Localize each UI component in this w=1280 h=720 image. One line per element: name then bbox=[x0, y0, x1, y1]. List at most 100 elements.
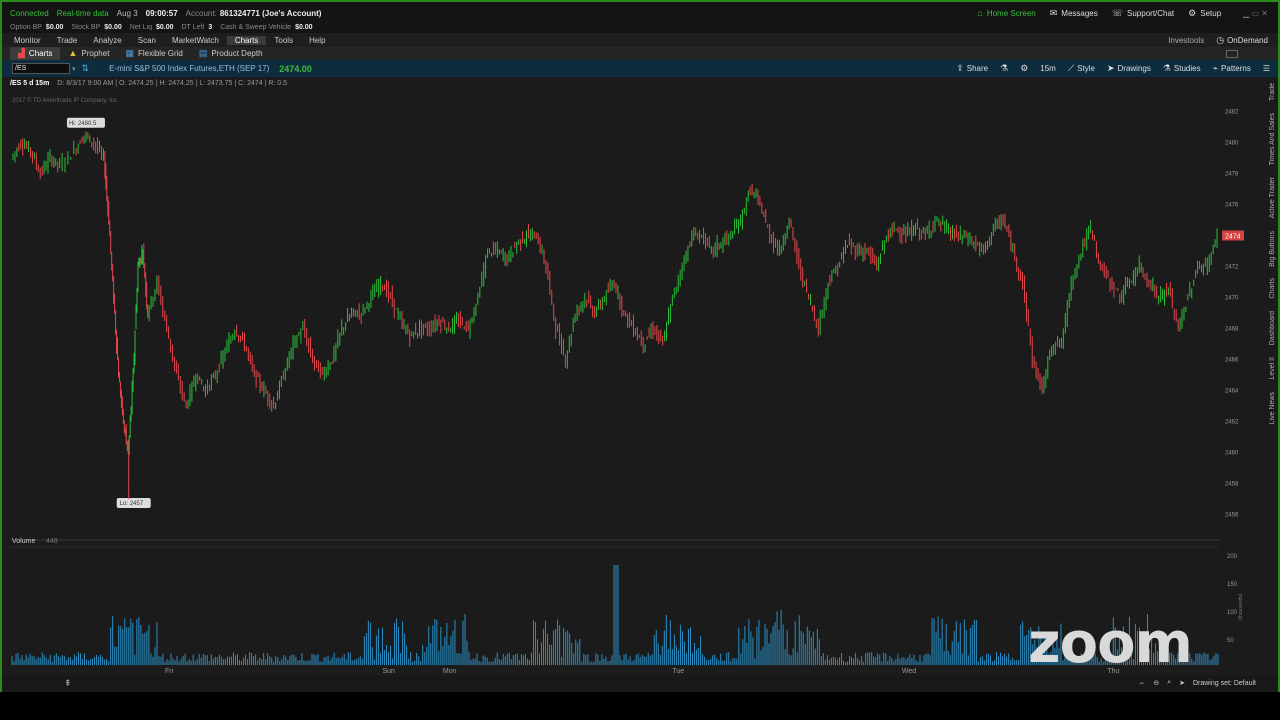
zoom-out-icon[interactable]: ⊖ bbox=[1153, 679, 1159, 687]
style-button[interactable]: ⟋ Style bbox=[1067, 63, 1095, 74]
menu-item-monitor[interactable]: Monitor bbox=[6, 36, 49, 45]
gear-icon: ⚙ bbox=[1188, 7, 1197, 18]
home-icon: ⌂ bbox=[977, 7, 983, 18]
ondemand-button[interactable]: ◷ OnDemand bbox=[1216, 35, 1278, 45]
menu-item-tools[interactable]: Tools bbox=[266, 36, 301, 45]
menu-item-charts[interactable]: Charts bbox=[226, 35, 267, 45]
high-label: Hi: 2480.5 bbox=[69, 121, 97, 127]
volume-tick-label: 50 bbox=[1227, 638, 1234, 644]
tab-product-depth[interactable]: ▤ Product Depth bbox=[191, 49, 271, 59]
menu-icon[interactable]: ☰ bbox=[1263, 64, 1270, 73]
chart-subtabs: ▟ Charts ▲ Prophet ▦ Flexible Grid ▤ Product… bbox=[2, 47, 1278, 60]
flask-button[interactable]: ⚗ bbox=[1000, 64, 1008, 73]
share-button[interactable]: ⇪ Share bbox=[956, 63, 988, 74]
price-chart[interactable]: 2017 © TD Ameritrade IP Company, Inc. 24… bbox=[2, 90, 1264, 678]
price-tick-label: 2476 bbox=[1225, 203, 1239, 209]
menu-item-analyze[interactable]: Analyze bbox=[85, 36, 129, 45]
side-tab-live-news[interactable]: Live News bbox=[1269, 389, 1276, 427]
patterns-button[interactable]: ⌁ Patterns bbox=[1212, 63, 1251, 74]
setup-button[interactable]: ⚙ Setup bbox=[1188, 7, 1221, 18]
drawing-set-selector[interactable]: Drawing set: Default bbox=[1193, 680, 1256, 687]
price-tick-label: 2464 bbox=[1225, 389, 1239, 395]
chart-title: /ES 5 d 15m bbox=[10, 80, 50, 87]
grid-icon: ▦ bbox=[125, 48, 134, 58]
low-label: Lo: 2457 bbox=[120, 501, 144, 507]
side-tab-charts[interactable]: Charts bbox=[1269, 275, 1276, 302]
balance-label: Option BP bbox=[10, 24, 42, 31]
price-tick-label: 2470 bbox=[1225, 296, 1239, 302]
menu-item-marketwatch[interactable]: MarketWatch bbox=[164, 36, 227, 45]
menu-item-help[interactable]: Help bbox=[301, 36, 333, 45]
symbol-dropdown-icon[interactable]: ▾ bbox=[72, 65, 76, 73]
price-tick-label: 2462 bbox=[1225, 420, 1239, 426]
interval-selector[interactable]: 15m bbox=[1040, 64, 1056, 73]
style-icon: ⟋ bbox=[1067, 63, 1075, 73]
cursor-icon[interactable]: ➤ bbox=[1179, 679, 1185, 687]
connection-status: Connected bbox=[10, 8, 49, 18]
volume-tick-label: 100 bbox=[1227, 610, 1238, 616]
balance-label: Net Liq bbox=[129, 24, 152, 31]
letterbox-bottom bbox=[0, 692, 1280, 720]
side-tabs: Trade Times And Sales Active Trader Big But… bbox=[1266, 80, 1278, 470]
scroll-icon[interactable]: ⇔ bbox=[1138, 680, 1145, 687]
side-tab-level-ii[interactable]: Level II bbox=[1269, 354, 1276, 383]
balance-label: Cash & Sweep Vehicle bbox=[220, 24, 292, 31]
menu-item-trade[interactable]: Trade bbox=[49, 36, 86, 45]
support-chat-button[interactable]: ☏ Support/Chat bbox=[1111, 7, 1174, 18]
status-bar: Connected Real-time data Aug 3 09:00:57 … bbox=[2, 2, 1278, 24]
gear-icon: ⚙ bbox=[1020, 63, 1029, 73]
cursor-icon: ➤ bbox=[1106, 63, 1115, 73]
price-tick-label: 2480 bbox=[1225, 141, 1239, 147]
balance-value: $0.00 bbox=[295, 24, 313, 31]
patterns-icon: ⌁ bbox=[1212, 63, 1219, 73]
account-label: Account: bbox=[185, 8, 217, 18]
account-selector[interactable]: 861324771 (Joe's Account) bbox=[220, 9, 322, 18]
main-menu: Monitor Trade Analyze Scan MarketWatch Charts… bbox=[2, 33, 1278, 47]
chart-icon: ▟ bbox=[18, 48, 25, 58]
tab-flexible-grid[interactable]: ▦ Flexible Grid bbox=[117, 48, 190, 59]
magnifier-icon[interactable]: ⌕ bbox=[1167, 679, 1171, 687]
chat-icon: ☏ bbox=[1111, 7, 1124, 18]
messages-button[interactable]: ✉ Messages bbox=[1050, 8, 1098, 18]
volume-tick-label: 150 bbox=[1227, 582, 1238, 588]
side-tab-active-trader[interactable]: Active Trader bbox=[1269, 174, 1276, 221]
link-icon[interactable]: ⇅ bbox=[82, 63, 90, 74]
price-tick-label: 2466 bbox=[1225, 358, 1239, 364]
symbol-input[interactable]: /ES bbox=[12, 63, 70, 74]
symbol-bar: /ES ▾ ⇅ E-mini S&P 500 Index Futures,ETH… bbox=[2, 60, 1278, 77]
tab-charts[interactable]: ▟ Charts bbox=[10, 47, 61, 60]
balance-value: $0.00 bbox=[45, 24, 64, 31]
window-controls[interactable]: ▁ ▭ ✕ bbox=[1243, 9, 1268, 18]
share-icon: ⇪ bbox=[956, 63, 964, 73]
drawings-button[interactable]: ➤ Drawings bbox=[1106, 63, 1151, 74]
side-tab-big-buttons[interactable]: Big Buttons bbox=[1269, 228, 1276, 270]
time-tick-label: Wed bbox=[902, 668, 916, 675]
investools-link[interactable]: Investools bbox=[1168, 36, 1216, 45]
balance-value: $0.00 bbox=[104, 24, 122, 31]
copyright: 2017 © TD Ameritrade IP Company, Inc. bbox=[12, 97, 119, 104]
time-tick-label: Fri bbox=[165, 668, 174, 675]
price-tick-label: 2468 bbox=[1225, 327, 1239, 333]
side-tab-trade[interactable]: Trade bbox=[1269, 80, 1276, 104]
studies-button[interactable]: ⚗ Studies bbox=[1162, 63, 1201, 74]
expand-icon[interactable]: ⇞ bbox=[64, 678, 72, 689]
side-tab-dashboard[interactable]: Dashboard bbox=[1269, 308, 1276, 348]
detach-window-icon[interactable] bbox=[1226, 49, 1238, 58]
side-tab-times-and-sales[interactable]: Times And Sales bbox=[1269, 110, 1276, 168]
volume-label: Volume bbox=[12, 538, 35, 545]
price-tick-label: 2456 bbox=[1225, 513, 1239, 519]
settings-button[interactable]: ⚙ bbox=[1020, 64, 1028, 73]
time-tick-label: Tue bbox=[672, 668, 684, 675]
flask-icon: ⚗ bbox=[1162, 63, 1171, 73]
time-tick-label: Sun bbox=[382, 668, 395, 675]
date-label: Aug 3 bbox=[116, 8, 138, 18]
tab-prophet[interactable]: ▲ Prophet bbox=[60, 49, 117, 59]
balance-label: DT Left bbox=[181, 24, 205, 31]
home-screen-button[interactable]: ⌂ Home Screen bbox=[977, 7, 1035, 18]
balance-value: 3 bbox=[208, 24, 213, 31]
chart-info-bar: /ES 5 d 15m D: 8/3/17 9:00 AM | O: 2474.… bbox=[2, 77, 1278, 90]
price-tick-label: 2458 bbox=[1225, 482, 1239, 488]
menu-item-scan[interactable]: Scan bbox=[130, 36, 164, 45]
chart-bottom-bar: ⇞ ⇔ ⊖ ⌕ ➤ Drawing set: Default bbox=[2, 676, 1278, 690]
price-tick-label: 2472 bbox=[1225, 265, 1239, 271]
